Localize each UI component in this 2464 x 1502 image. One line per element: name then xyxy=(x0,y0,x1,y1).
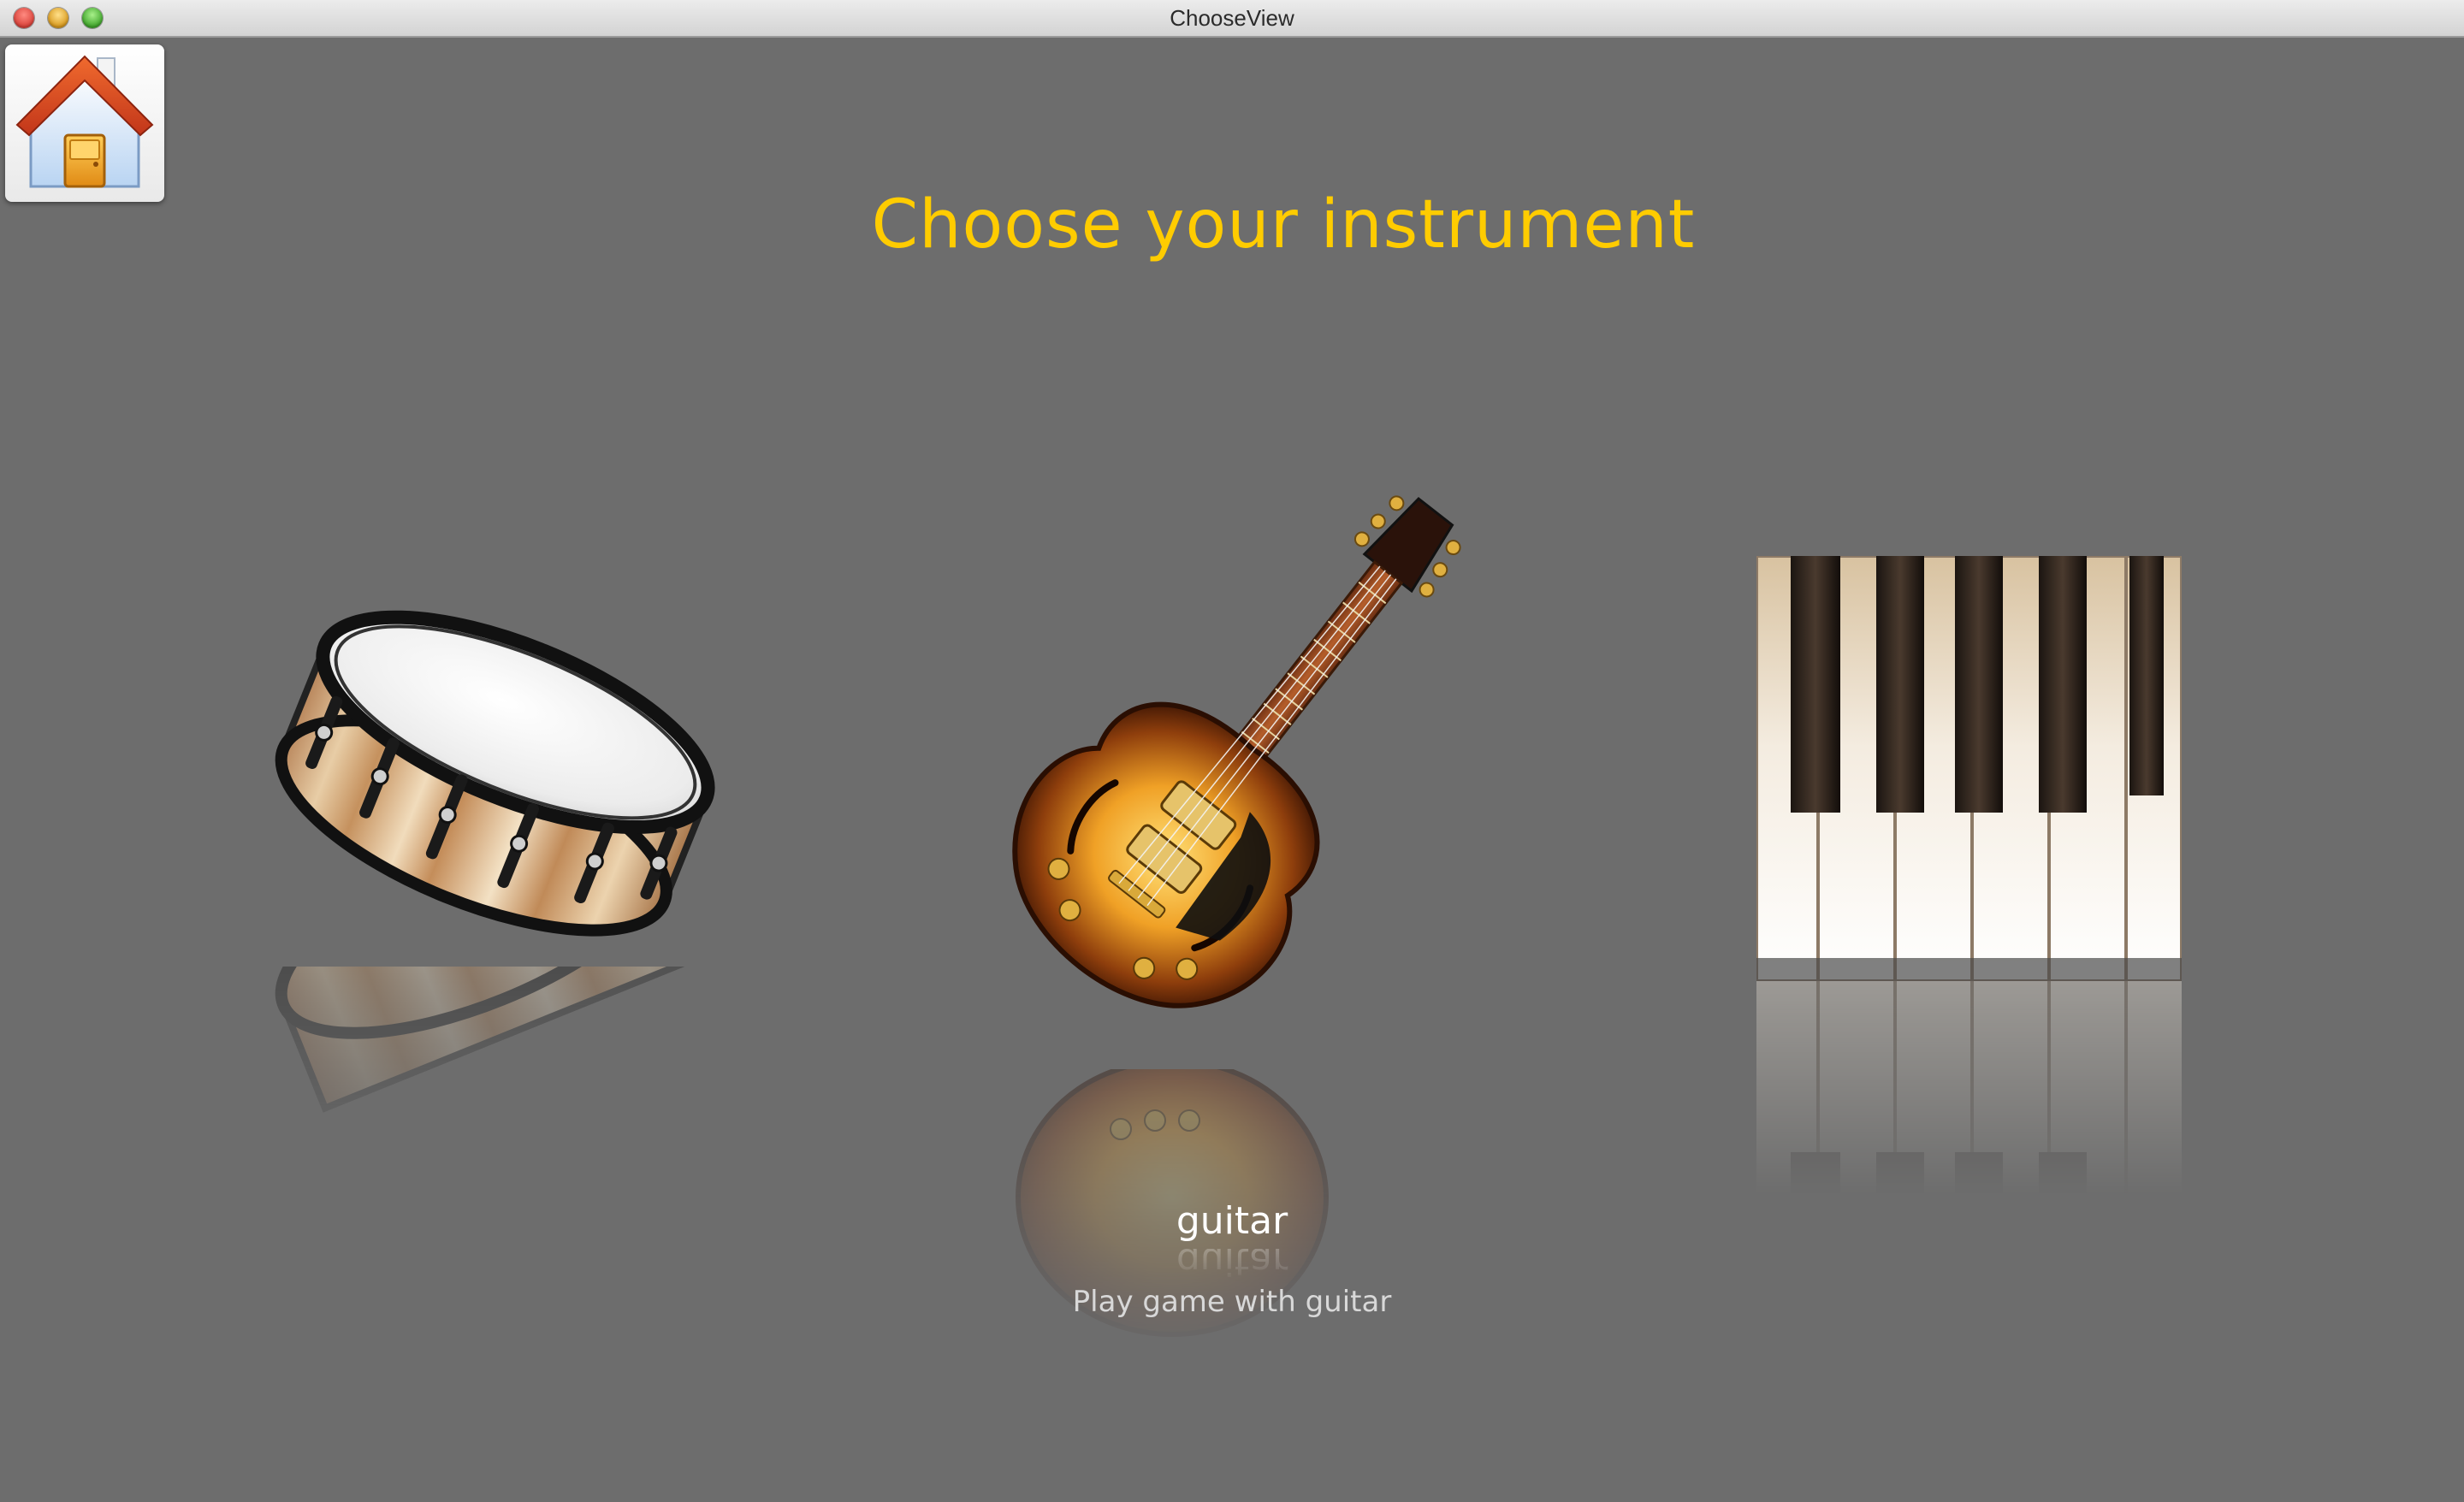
piano-reflection-icon xyxy=(1756,981,2182,1195)
drum-reflection xyxy=(257,817,736,1206)
selected-instrument-description: Play game with guitar xyxy=(1072,1285,1392,1319)
house-icon xyxy=(15,55,154,188)
title-bar: ChooseView xyxy=(0,0,2464,38)
window-title: ChooseView xyxy=(1170,5,1294,31)
page-heading: Choose your instrument xyxy=(871,186,1696,263)
piano-option[interactable] xyxy=(1755,554,2183,983)
drum-option[interactable] xyxy=(257,547,736,992)
selected-instrument-name: guitar xyxy=(1176,1199,1288,1243)
choose-view-window: ChooseView Choose your instrument guitar… xyxy=(0,0,2464,1502)
electric-guitar-icon xyxy=(1012,495,1461,1008)
drum-reflection-icon xyxy=(275,817,711,1113)
piano-keys-icon xyxy=(1755,554,2183,983)
home-button[interactable] xyxy=(5,44,164,202)
selected-instrument-name-reflection: guitar xyxy=(1176,1249,1288,1283)
guitar-option[interactable] xyxy=(933,453,1549,1069)
snare-drum-icon xyxy=(275,610,715,937)
piano-reflection xyxy=(1756,981,2182,1195)
